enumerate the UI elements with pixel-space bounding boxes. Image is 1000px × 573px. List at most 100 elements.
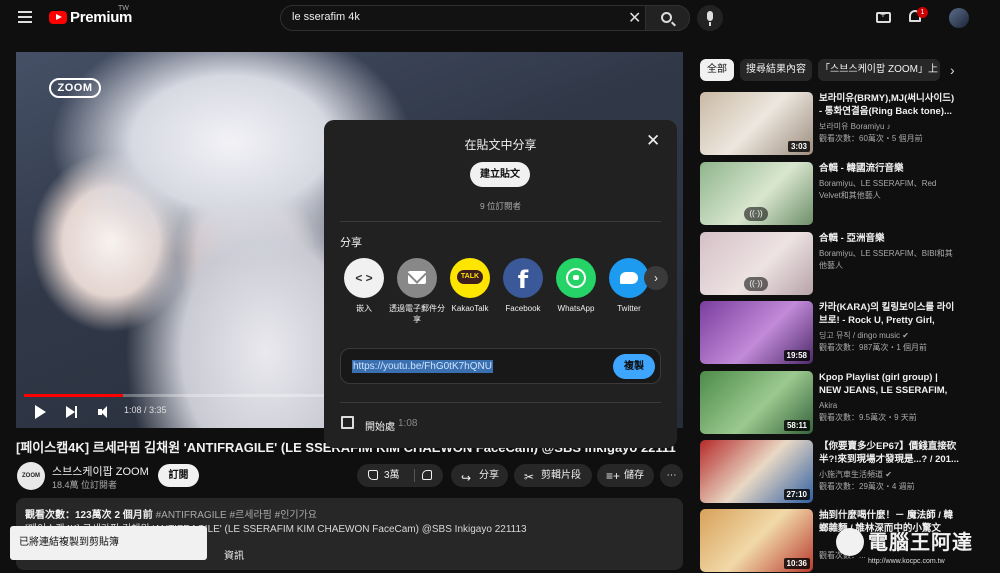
start-at-time[interactable]: 1:08 xyxy=(398,418,417,429)
rec-title[interactable]: 【你要賣多少EP67】價錢直接砍半?!來到現場才發現是...? / 201... xyxy=(819,440,959,466)
duration-badge: 10:36 xyxy=(783,558,810,569)
volume-icon[interactable] xyxy=(98,405,112,419)
account-avatar[interactable] xyxy=(949,8,969,28)
chevron-right-icon[interactable]: › xyxy=(950,62,955,78)
rec-channel[interactable]: 딩고 뮤직 / dingo music ✔ xyxy=(819,330,959,342)
copy-button[interactable]: 複製 xyxy=(613,354,655,379)
share-label: 分享 xyxy=(479,470,499,481)
share-button[interactable]: ↪ 分享 xyxy=(451,464,508,487)
play-icon[interactable] xyxy=(35,405,46,419)
share-target-label: 嵌入 xyxy=(356,304,372,313)
progress-fill xyxy=(24,394,123,397)
rec-thumbnail[interactable]: 58:11 xyxy=(700,371,813,434)
next-icon[interactable] xyxy=(66,406,77,418)
rec-channel[interactable]: Boramiyu、LE SSERAFIM、Red Velvet和其他藝人 xyxy=(819,178,959,202)
watermark-text: 電腦王阿達 xyxy=(868,530,973,554)
watermark-url: http://www.kocpc.com.tw xyxy=(868,558,945,565)
rec-thumbnail[interactable]: 10:36 xyxy=(700,509,813,572)
channel-name[interactable]: 스브스케이팝 ZOOM xyxy=(52,463,149,479)
rec-meta: 觀看次數：9.5萬次・9 天前 xyxy=(819,413,917,422)
chip-search-results[interactable]: 搜尋結果內容 xyxy=(740,59,812,81)
rec-title[interactable]: 보라미유(BRMY),MJ(써니사이드) - 통화연결음(Ring Back t… xyxy=(819,92,959,118)
facebook-icon: f xyxy=(503,258,543,298)
email-icon xyxy=(397,258,437,298)
mix-radio-icon: ((·)) xyxy=(744,277,768,291)
rec-thumbnail[interactable]: 19:58 xyxy=(700,301,813,364)
rec-title[interactable]: 合輯 - 韓國流行音樂 xyxy=(819,162,959,175)
twitter-icon xyxy=(609,258,649,298)
voice-search-icon[interactable] xyxy=(697,5,723,31)
time-display: 1:08 / 3:35 xyxy=(124,405,167,415)
rec-title[interactable]: Kpop Playlist (girl group) | NEW JEANS, … xyxy=(819,371,959,397)
search-button[interactable] xyxy=(645,5,690,31)
search-value[interactable]: le sserafim 4k xyxy=(292,11,360,23)
menu-icon[interactable] xyxy=(18,11,32,23)
start-at-checkbox[interactable] xyxy=(341,416,354,429)
share-target-embed[interactable]: < > 嵌入 xyxy=(336,258,392,314)
notification-badge: 1 xyxy=(917,7,928,18)
rec-title[interactable]: 合輯 - 亞洲音樂 xyxy=(819,232,959,245)
rec-item[interactable]: 27:10 【你要賣多少EP67】價錢直接砍半?!來到現場才發現是...? / … xyxy=(700,440,1000,504)
rec-title[interactable]: 카라(KARA)의 킬링보이스를 라이브로! - Rock U, Pretty … xyxy=(819,301,959,327)
chip-all[interactable]: 全部 xyxy=(700,59,734,81)
share-target-label: WhatsApp xyxy=(557,304,595,313)
share-target-label: 透過電子郵件分享 xyxy=(389,304,445,324)
chip-channel[interactable]: 「스브스케이팝 ZOOM」上 xyxy=(818,59,940,81)
save-button[interactable]: ≡+ 儲存 xyxy=(597,464,654,487)
duration-badge: 58:11 xyxy=(783,420,810,431)
rec-channel[interactable]: 小施汽車生活頻道 ✔ xyxy=(819,469,959,481)
rec-item[interactable]: 58:11 Kpop Playlist (girl group) | NEW J… xyxy=(700,371,1000,435)
subscribe-button[interactable]: 訂閱 xyxy=(158,464,199,487)
rec-thumbnail[interactable]: ((·)) xyxy=(700,162,813,225)
close-icon[interactable]: ✕ xyxy=(646,131,660,151)
chevron-right-icon[interactable]: › xyxy=(644,266,668,290)
share-target-kakaotalk[interactable]: TALK KakaoTalk xyxy=(442,258,498,314)
dialog-title: 在貼文中分享 xyxy=(464,138,537,152)
rec-channel[interactable]: Akira xyxy=(819,400,959,412)
share-target-label: Twitter xyxy=(617,304,641,313)
rec-thumbnail[interactable]: 3:03 xyxy=(700,92,813,155)
rec-item[interactable]: ((·)) 合輯 - 韓國流行音樂 Boramiyu、LE SSERAFIM、R… xyxy=(700,162,1000,226)
whatsapp-icon xyxy=(556,258,596,298)
rec-meta: 觀看次數：60萬次・5 個月前 xyxy=(819,134,923,143)
like-count[interactable]: 3萬 xyxy=(384,464,400,487)
share-target-label: KakaoTalk xyxy=(451,304,489,313)
channel-watermark-logo: ZOOM xyxy=(49,78,101,98)
create-post-button[interactable]: 建立貼文 xyxy=(470,162,530,187)
channel-avatar[interactable]: ZOOM xyxy=(17,462,45,490)
rec-item[interactable]: 19:58 카라(KARA)의 킬링보이스를 라이브로! - Rock U, P… xyxy=(700,301,1000,365)
share-link[interactable]: https://youtu.be/FhG0tK7hQNU xyxy=(352,360,493,373)
top-bar: Premium TW le sserafim 4k ✕ 1 xyxy=(0,0,1000,36)
share-target-label: Facebook xyxy=(505,304,541,313)
divider xyxy=(414,469,415,482)
rec-meta: 觀看次數：987萬次・1 個月前 xyxy=(819,343,928,352)
rec-channel[interactable]: 보라미유 Boramiyu ♪ xyxy=(819,121,959,133)
duration-badge: 27:10 xyxy=(783,489,810,500)
share-target-whatsapp[interactable]: WhatsApp xyxy=(548,258,604,314)
description-more[interactable]: 資訊 xyxy=(224,547,244,562)
share-target-facebook[interactable]: f Facebook xyxy=(495,258,551,314)
duration-badge: 3:03 xyxy=(787,141,810,152)
divider xyxy=(340,221,661,222)
search-icon xyxy=(661,12,672,23)
thumbs-up-icon[interactable] xyxy=(368,470,378,480)
more-actions-button[interactable]: ⋯ xyxy=(660,464,683,487)
rec-thumbnail[interactable]: 27:10 xyxy=(700,440,813,503)
rec-item[interactable]: ((·)) 合輯 - 亞洲音樂 Boramiyu、LE SSERAFIM、BIB… xyxy=(700,232,1000,296)
share-target-email[interactable]: 透過電子郵件分享 xyxy=(389,258,445,325)
share-link-field[interactable]: https://youtu.be/FhG0tK7hQNU 複製 xyxy=(340,348,661,384)
search-input[interactable]: le sserafim 4k ✕ xyxy=(280,5,690,31)
site-watermark: 電腦王阿達 http://www.kocpc.com.tw xyxy=(836,526,998,570)
youtube-logo-icon[interactable] xyxy=(49,11,67,24)
rec-channel[interactable]: Boramiyu、LE SSERAFIM、BIBI和其他藝人 xyxy=(819,248,959,272)
create-video-icon[interactable] xyxy=(876,10,891,23)
clip-button[interactable]: ✂ 剪輯片段 xyxy=(514,464,592,487)
thumbs-down-icon[interactable] xyxy=(422,470,432,480)
progress-bar[interactable] xyxy=(24,394,332,397)
share-dialog: 在貼文中分享 ✕ 建立貼文 9 位訂閱者 分享 < > 嵌入 透過電子郵件分享 … xyxy=(324,120,677,448)
rec-thumbnail[interactable]: ((·)) xyxy=(700,232,813,295)
embed-icon: < > xyxy=(344,258,384,298)
clear-search-icon[interactable]: ✕ xyxy=(628,8,641,28)
rec-item[interactable]: 3:03 보라미유(BRMY),MJ(써니사이드) - 통화연결음(Ring B… xyxy=(700,92,1000,156)
subscriber-count: 18.4萬 位訂閱者 xyxy=(52,480,118,490)
